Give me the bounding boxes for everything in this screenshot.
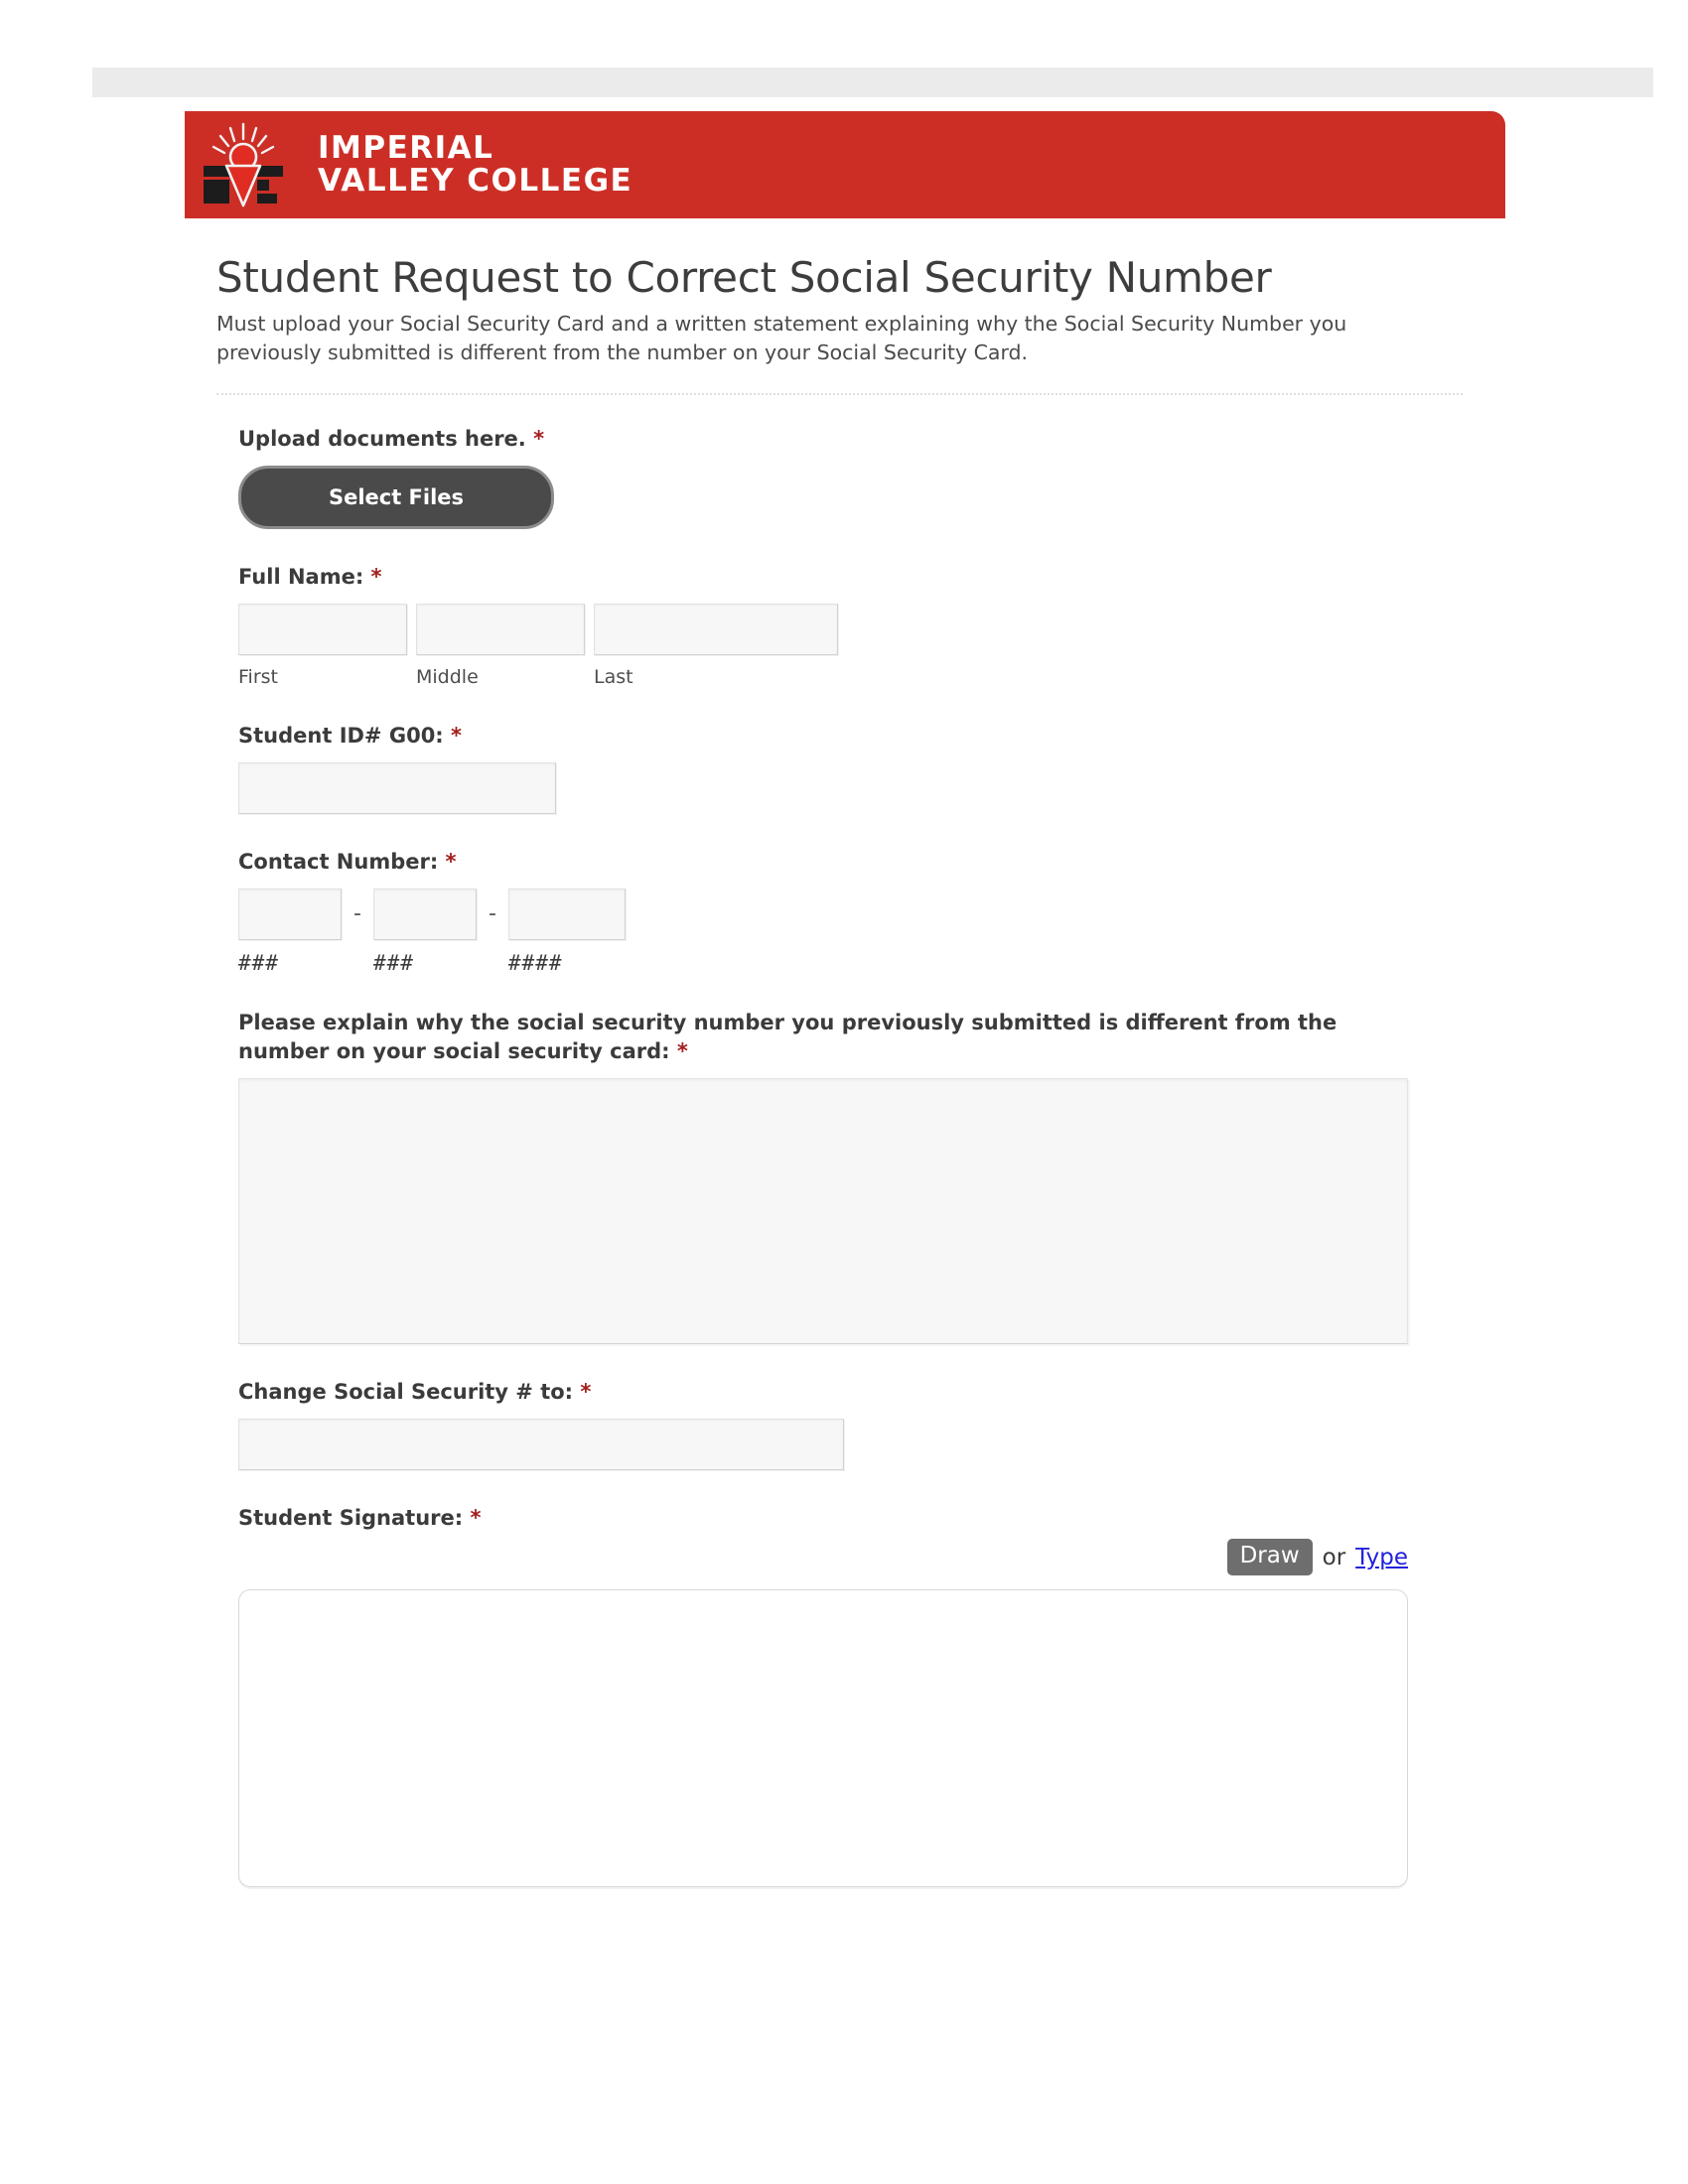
explanation-field: Please explain why the social security n… [238, 1009, 1477, 1345]
phone-part3-group: #### [507, 888, 626, 976]
required-asterisk: * [580, 1380, 592, 1405]
explanation-textarea[interactable] [238, 1078, 1408, 1345]
change-ssn-label-text: Change Social Security # to: [238, 1380, 574, 1405]
select-files-button[interactable]: Select Files [238, 466, 554, 530]
ivc-sun-monogram-logo [185, 111, 302, 218]
signature-or-label: or [1322, 1544, 1346, 1570]
first-name-input[interactable] [238, 604, 407, 656]
upload-field: Upload documents here. * Select Files [238, 425, 1477, 530]
student-signature-field: Student Signature: * Draw or Type [238, 1504, 1477, 1888]
student-id-field: Student ID# G00: * [238, 722, 1477, 815]
brand-name: IMPERIAL VALLEY COLLEGE [318, 129, 633, 199]
form-subtitle: Must upload your Social Security Card an… [216, 312, 1347, 365]
phone-part3-sublabel: #### [507, 951, 563, 976]
required-asterisk: * [470, 1506, 482, 1530]
header-divider [216, 393, 1463, 396]
contact-number-label: Contact Number: * [238, 848, 1477, 877]
explanation-label-text: Please explain why the social security n… [238, 1011, 1337, 1064]
phone-part1-sublabel: ### [238, 951, 279, 976]
phone-separator-1: - [353, 901, 361, 927]
required-asterisk: * [676, 1039, 688, 1064]
required-asterisk: * [451, 724, 462, 749]
required-asterisk: * [533, 427, 545, 452]
contact-number-label-text: Contact Number: [238, 850, 439, 875]
full-name-inputs: First Middle Last [238, 604, 1477, 688]
phone-part2-group: ### [372, 888, 477, 976]
middle-name-group: Middle [416, 604, 585, 688]
middle-name-sublabel: Middle [416, 666, 479, 689]
form-page: IMPERIAL VALLEY COLLEGE Student Request … [0, 0, 1688, 2184]
site-header-banner: IMPERIAL VALLEY COLLEGE [185, 111, 1505, 218]
brand-line-2: VALLEY COLLEGE [318, 163, 633, 199]
upload-label-text: Upload documents here. [238, 427, 526, 452]
first-name-sublabel: First [238, 666, 278, 689]
phone-prefix-input[interactable] [372, 888, 477, 941]
last-name-input[interactable] [594, 604, 838, 656]
last-name-sublabel: Last [594, 666, 633, 689]
explanation-label: Please explain why the social security n… [238, 1009, 1410, 1066]
full-name-label-text: Full Name: [238, 565, 364, 590]
first-name-group: First [238, 604, 407, 688]
student-id-input[interactable] [238, 762, 556, 815]
student-signature-label: Student Signature: * [238, 1504, 1477, 1533]
phone-separator-2: - [488, 901, 496, 927]
phone-line-number-input[interactable] [507, 888, 626, 941]
brand-line-1: IMPERIAL [318, 129, 494, 166]
change-ssn-input[interactable] [238, 1419, 844, 1470]
phone-area-code-input[interactable] [238, 888, 342, 941]
student-id-label-text: Student ID# G00: [238, 724, 444, 749]
last-name-group: Last [594, 604, 838, 688]
signature-type-link[interactable]: Type [1355, 1545, 1408, 1570]
change-ssn-field: Change Social Security # to: * [238, 1378, 1477, 1470]
upload-label: Upload documents here. * [238, 425, 1477, 454]
page-title: Student Request to Correct Social Securi… [216, 253, 1272, 302]
signature-mode-toolbar: Draw or Type [238, 1538, 1408, 1576]
required-asterisk: * [370, 565, 382, 590]
signature-canvas[interactable] [238, 1589, 1408, 1888]
phone-part2-sublabel: ### [372, 951, 414, 976]
signature-draw-button[interactable]: Draw [1226, 1538, 1313, 1576]
change-ssn-label: Change Social Security # to: * [238, 1378, 1477, 1407]
contact-number-inputs: ### - ### - #### [238, 888, 1477, 975]
required-asterisk: * [445, 850, 457, 875]
full-name-label: Full Name: * [238, 563, 1477, 592]
student-id-label: Student ID# G00: * [238, 722, 1477, 751]
student-signature-label-text: Student Signature: [238, 1506, 464, 1530]
form-fields: Upload documents here. * Select Files Fu… [238, 425, 1477, 1888]
full-name-field: Full Name: * First Middle Last [238, 563, 1477, 688]
phone-part1-group: ### [238, 888, 342, 975]
middle-name-input[interactable] [416, 604, 585, 656]
contact-number-field: Contact Number: * ### - ### - #### [238, 848, 1477, 975]
form-content: Student Request to Correct Social Securi… [216, 253, 1477, 1888]
